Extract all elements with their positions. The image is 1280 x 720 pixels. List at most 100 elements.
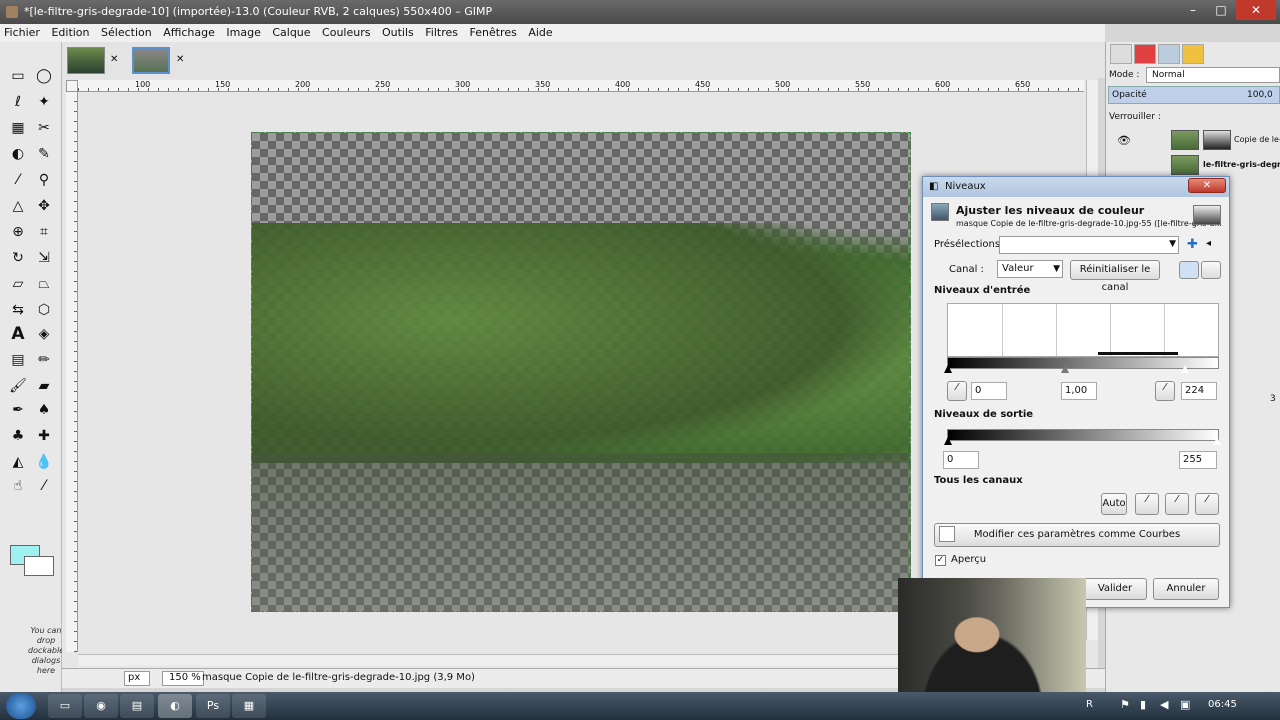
fuzzy-select-icon[interactable]: ✦ — [34, 92, 54, 112]
rect-select-icon[interactable]: ▭ — [8, 66, 28, 86]
horizontal-ruler[interactable]: 100 150 200 250 300 350 400 450 500 550 … — [78, 80, 1084, 92]
align-icon[interactable]: ⊕ — [8, 222, 28, 242]
ink-icon[interactable]: ♠ — [34, 400, 54, 420]
menu-outils[interactable]: Outils — [378, 24, 418, 39]
input-gamma-spin[interactable]: 1,00 — [1061, 382, 1097, 400]
dialog-close-button[interactable]: ✕ — [1188, 178, 1226, 193]
paths-icon[interactable]: ✎ — [34, 144, 54, 164]
app-icon[interactable]: ▦ — [232, 694, 266, 718]
edit-as-curves-button[interactable]: Modifier ces paramètres comme Courbes — [934, 523, 1220, 547]
gimp-taskbar-icon[interactable]: ◐ — [158, 694, 192, 718]
clock[interactable]: 06:45 — [1208, 699, 1237, 710]
menu-fenetres[interactable]: Fenêtres — [466, 24, 521, 39]
dodge-burn-icon[interactable]: ⁄ — [34, 476, 54, 496]
close-button[interactable]: ✕ — [1236, 0, 1276, 20]
lasso-icon[interactable]: ℓ — [8, 92, 28, 112]
input-high-handle[interactable] — [1181, 365, 1189, 373]
output-high-handle[interactable] — [1213, 437, 1221, 445]
close-tab-icon[interactable]: ✕ — [176, 54, 184, 65]
scissors-icon[interactable]: ✂ — [34, 118, 54, 138]
notes-icon[interactable]: ▤ — [120, 694, 154, 718]
preview-checkbox[interactable]: ✓ — [935, 555, 946, 566]
black-picker-icon[interactable]: ⁄ — [947, 381, 967, 401]
menu-calque[interactable]: Calque — [268, 24, 314, 39]
crop-icon[interactable]: ⌗ — [34, 222, 54, 242]
eye-icon[interactable]: 👁 — [1117, 134, 1131, 147]
airbrush-icon[interactable]: ✒ — [8, 400, 28, 420]
channels-tab-icon[interactable] — [1134, 44, 1156, 64]
white-picker-icon[interactable]: ⁄ — [1155, 381, 1175, 401]
image-canvas[interactable] — [251, 132, 911, 612]
image-tab-thumbnail-1[interactable] — [67, 47, 105, 74]
language-indicator[interactable]: R — [1086, 699, 1093, 710]
bucket-fill-icon[interactable]: ◈ — [34, 324, 54, 344]
tray-icon[interactable]: ▣ — [1180, 698, 1190, 711]
menu-fichier[interactable]: Fichier — [0, 24, 44, 39]
rotate-icon[interactable]: ↻ — [8, 248, 28, 268]
menu-aide[interactable]: Aide — [524, 24, 556, 39]
cage-icon[interactable]: ⬡ — [34, 300, 54, 320]
shear-icon[interactable]: ▱ — [8, 274, 28, 294]
menu-image[interactable]: Image — [222, 24, 264, 39]
start-button[interactable] — [6, 693, 36, 719]
ellipse-select-icon[interactable]: ◯ — [34, 66, 54, 86]
auto-button[interactable]: Auto — [1101, 493, 1127, 515]
layer-row[interactable]: le-filtre-gris-degrade — [1109, 153, 1280, 177]
text-tool-icon[interactable]: A — [8, 324, 28, 344]
unit-select[interactable]: px — [124, 671, 150, 686]
input-high-spin[interactable]: 224 — [1181, 382, 1217, 400]
channel-select[interactable]: Valeur ▼ — [997, 260, 1063, 278]
gray-point-picker-icon[interactable]: ⁄ — [1165, 493, 1189, 515]
maximize-button[interactable]: □ — [1208, 0, 1234, 20]
measure-icon[interactable]: △ — [8, 196, 28, 216]
flip-icon[interactable]: ⇆ — [8, 300, 28, 320]
ok-button[interactable]: Valider — [1083, 578, 1147, 600]
linear-histogram-icon[interactable] — [1179, 261, 1199, 279]
paths-tab-icon[interactable] — [1158, 44, 1180, 64]
menu-filtres[interactable]: Filtres — [421, 24, 462, 39]
presets-combo[interactable]: ▼ — [999, 236, 1179, 254]
output-high-spin[interactable]: 255 — [1179, 451, 1217, 469]
white-point-picker-icon[interactable]: ⁄ — [1195, 493, 1219, 515]
cancel-button[interactable]: Annuler — [1153, 578, 1219, 600]
preset-menu-icon[interactable]: ◂ — [1206, 238, 1211, 249]
paintbrush-icon[interactable]: 🖌 — [8, 376, 28, 396]
layer-mask-thumbnail[interactable] — [1203, 130, 1231, 150]
chrome-icon[interactable]: ◉ — [84, 694, 118, 718]
close-tab-icon[interactable]: ✕ — [110, 54, 118, 65]
eraser-icon[interactable]: ▰ — [34, 376, 54, 396]
perspective-icon[interactable]: ⏢ — [34, 274, 54, 294]
input-gamma-handle[interactable] — [1061, 365, 1069, 373]
volume-icon[interactable]: ◀ — [1160, 698, 1168, 711]
blur-icon[interactable]: 💧 — [34, 452, 54, 472]
opacity-slider[interactable]: Opacité 100,0 — [1108, 86, 1280, 104]
layer-row[interactable]: 👁 Copie de le-filt — [1109, 128, 1280, 152]
image-tab-thumbnail-2[interactable] — [132, 47, 170, 74]
flag-icon[interactable]: ⚑ — [1120, 698, 1130, 711]
zoom-icon[interactable]: ⚲ — [34, 170, 54, 190]
foreground-select-icon[interactable]: ◐ — [8, 144, 28, 164]
menu-couleurs[interactable]: Couleurs — [318, 24, 374, 39]
layers-tab-icon[interactable] — [1110, 44, 1132, 64]
minimize-button[interactable]: – — [1180, 0, 1206, 20]
pencil-icon[interactable]: ✏ — [34, 350, 54, 370]
log-histogram-icon[interactable] — [1201, 261, 1221, 279]
clone-icon[interactable]: ♣ — [8, 426, 28, 446]
smudge-icon[interactable]: ☝ — [8, 476, 28, 496]
input-low-handle[interactable] — [944, 365, 952, 373]
color-select-icon[interactable]: ▦ — [8, 118, 28, 138]
heal-icon[interactable]: ✚ — [34, 426, 54, 446]
perspective-clone-icon[interactable]: ◭ — [8, 452, 28, 472]
photoshop-icon[interactable]: Ps — [196, 694, 230, 718]
zoom-select[interactable]: 150 % — [162, 671, 204, 686]
black-point-picker-icon[interactable]: ⁄ — [1135, 493, 1159, 515]
menu-edition[interactable]: Edition — [47, 24, 93, 39]
menu-affichage[interactable]: Affichage — [159, 24, 219, 39]
reset-channel-button[interactable]: Réinitialiser le canal — [1070, 260, 1160, 293]
background-color-swatch[interactable] — [24, 556, 54, 576]
output-low-spin[interactable]: 0 — [943, 451, 979, 469]
blend-icon[interactable]: ▤ — [8, 350, 28, 370]
vertical-ruler[interactable] — [66, 92, 78, 652]
menu-selection[interactable]: Sélection — [97, 24, 156, 39]
add-preset-icon[interactable]: ✚ — [1187, 237, 1198, 252]
